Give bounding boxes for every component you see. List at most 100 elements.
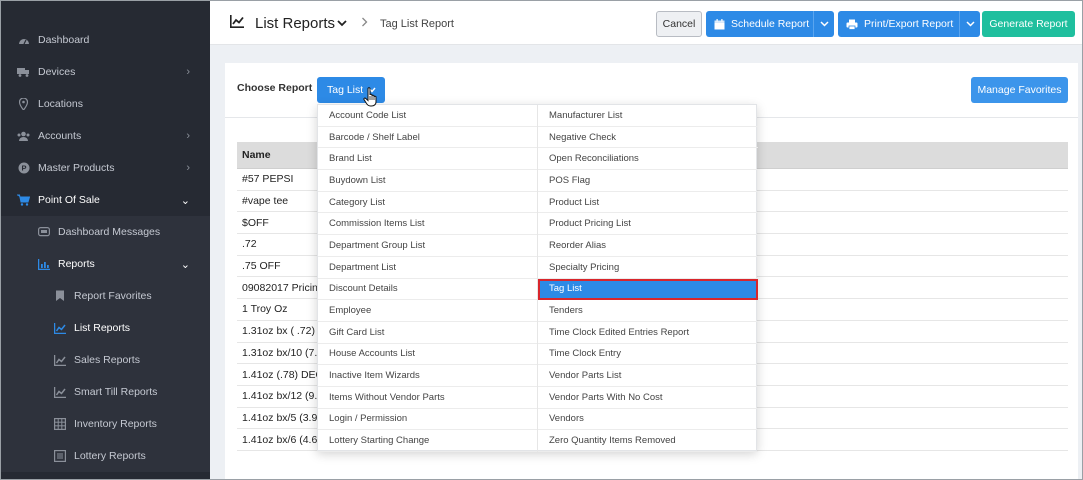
dropdown-item[interactable]: Vendor Parts List [538,365,758,387]
chevron-down-icon: ⌄ [180,194,190,207]
app-window: Dashboard Devices › Locations Accounts ›… [0,0,1083,480]
sidebar-item-label: List Reports [74,322,131,334]
print-export-button[interactable]: Print/Export Report [838,11,980,37]
dropdown-item[interactable]: Employee [318,300,537,322]
truck-icon [17,66,30,79]
schedule-report-label: Schedule Report [731,18,810,30]
users-icon [17,130,30,143]
dropdown-item[interactable]: House Accounts List [318,344,537,366]
line-chart-icon [230,15,244,31]
choose-report-label: Choose Report [237,82,313,94]
ticket-icon [53,450,66,463]
sidebar-item-inventory-reports[interactable]: Inventory Reports [1,408,210,440]
line-chart-icon [53,354,66,367]
dropdown-item[interactable]: Department List [318,257,537,279]
dropdown-item[interactable]: Buydown List [318,170,537,192]
chevron-down-icon[interactable] [813,11,834,37]
chart-icon [37,258,50,271]
printer-icon [846,19,858,30]
dropdown-item[interactable]: Specialty Pricing [538,257,758,279]
print-export-label: Print/Export Report [864,18,954,30]
sidebar-item-lottery-reports[interactable]: Lottery Reports [1,440,210,472]
sidebar-item-label: Sales Reports [74,354,140,366]
bookmark-icon [53,290,66,303]
dropdown-item[interactable]: POS Flag [538,170,758,192]
dropdown-item[interactable]: Time Clock Edited Entries Report [538,322,758,344]
dropdown-item[interactable]: Commission Items List [318,213,537,236]
dropdown-item[interactable]: Product List [538,192,758,214]
dropdown-column-left: Account Code List Barcode / Shelf Label Br… [318,105,538,452]
dropdown-item[interactable]: Lottery Starting Change [318,430,537,452]
dropdown-item[interactable]: Manufacturer List [538,105,758,127]
dropdown-item[interactable]: Items Without Vendor Parts [318,387,537,409]
breadcrumb-separator-icon [361,16,368,30]
map-pin-icon [17,98,30,111]
dropdown-item[interactable]: Discount Details [318,279,537,301]
dropdown-item[interactable]: Tenders [538,300,758,322]
chevron-right-icon: › [186,66,190,78]
top-bar: List Reports Tag List Report Cancel Sche… [210,1,1082,45]
chevron-down-icon[interactable] [337,16,347,30]
message-icon [37,226,50,239]
sidebar-item-report-favorites[interactable]: Report Favorites [1,280,210,312]
sidebar-item-locations[interactable]: Locations [1,88,210,120]
sidebar-item-label: Devices [38,66,76,78]
dropdown-item[interactable]: Department Group List [318,235,537,257]
chevron-right-icon: › [186,162,190,174]
dropdown-item[interactable]: Tag List [538,278,758,301]
schedule-report-button[interactable]: Schedule Report [706,11,834,37]
grid-icon [53,418,66,431]
chevron-down-icon: ⌄ [180,258,190,271]
sidebar-item-label: Point Of Sale [38,194,100,206]
dropdown-item[interactable]: Login / Permission [318,409,537,431]
sidebar-item-sales-reports[interactable]: Sales Reports [1,344,210,376]
sidebar-item-label: Accounts [38,130,82,142]
sidebar-item-label: Reports [58,258,95,270]
dropdown-item[interactable]: Reorder Alias [538,235,758,257]
sidebar-item-label: Master Products [38,162,115,174]
chevron-down-icon[interactable] [959,11,980,37]
sidebar-item-master-products[interactable]: P Master Products › [1,152,210,184]
dropdown-item[interactable]: Product Pricing List [538,213,758,236]
dashboard-icon [17,34,30,47]
sidebar-item-dashboard-messages[interactable]: Dashboard Messages [1,216,210,248]
generate-report-button[interactable]: Generate Report [982,11,1075,37]
sidebar-item-list-reports[interactable]: List Reports [1,312,210,344]
sidebar-item-accounts[interactable]: Accounts › [1,120,210,152]
manage-favorites-button[interactable]: Manage Favorites [971,77,1068,103]
svg-text:P: P [21,164,26,173]
calendar-icon [714,18,725,30]
line-chart-icon [53,322,66,335]
dropdown-item[interactable]: Open Reconciliations [538,148,758,171]
sidebar-item-reports[interactable]: Reports ⌄ [1,248,210,280]
dropdown-item[interactable]: Account Code List [318,105,537,127]
sidebar-item-label: Locations [38,98,83,110]
selected-report-label: Tag List [327,84,364,96]
chevron-right-icon: › [186,130,190,142]
dropdown-item[interactable]: Zero Quantity Items Removed [538,430,758,452]
cart-icon [17,194,30,207]
dropdown-item[interactable]: Vendors [538,409,758,431]
dropdown-item[interactable]: Negative Check [538,127,758,149]
dropdown-item[interactable]: Gift Card List [318,322,537,344]
dropdown-item[interactable]: Category List [318,192,537,214]
breadcrumb: Tag List Report [380,18,454,30]
dropdown-item[interactable]: Time Clock Entry [538,344,758,366]
sidebar-item-label: Inventory Reports [74,418,157,430]
page-title: List Reports [255,15,336,32]
sidebar-item-point-of-sale[interactable]: Point Of Sale ⌄ [1,184,210,216]
line-chart-icon [53,386,66,399]
hand-cursor-icon [363,87,379,110]
dropdown-item[interactable]: Inactive Item Wizards [318,365,537,387]
dropdown-item[interactable]: Brand List [318,148,537,171]
sidebar-item-label: Dashboard [38,34,90,46]
sidebar-item-devices[interactable]: Devices › [1,56,210,88]
cancel-button[interactable]: Cancel [656,11,702,37]
sidebar-item-dashboard[interactable]: Dashboard [1,24,210,56]
sidebar-item-label: Smart Till Reports [74,386,158,398]
dropdown-column-right: Manufacturer List Negative Check Open Reco… [538,105,758,452]
dropdown-item[interactable]: Vendor Parts With No Cost [538,387,758,409]
dropdown-item[interactable]: Barcode / Shelf Label [318,127,537,149]
product-icon: P [17,162,30,175]
sidebar-item-smart-till-reports[interactable]: Smart Till Reports [1,376,210,408]
